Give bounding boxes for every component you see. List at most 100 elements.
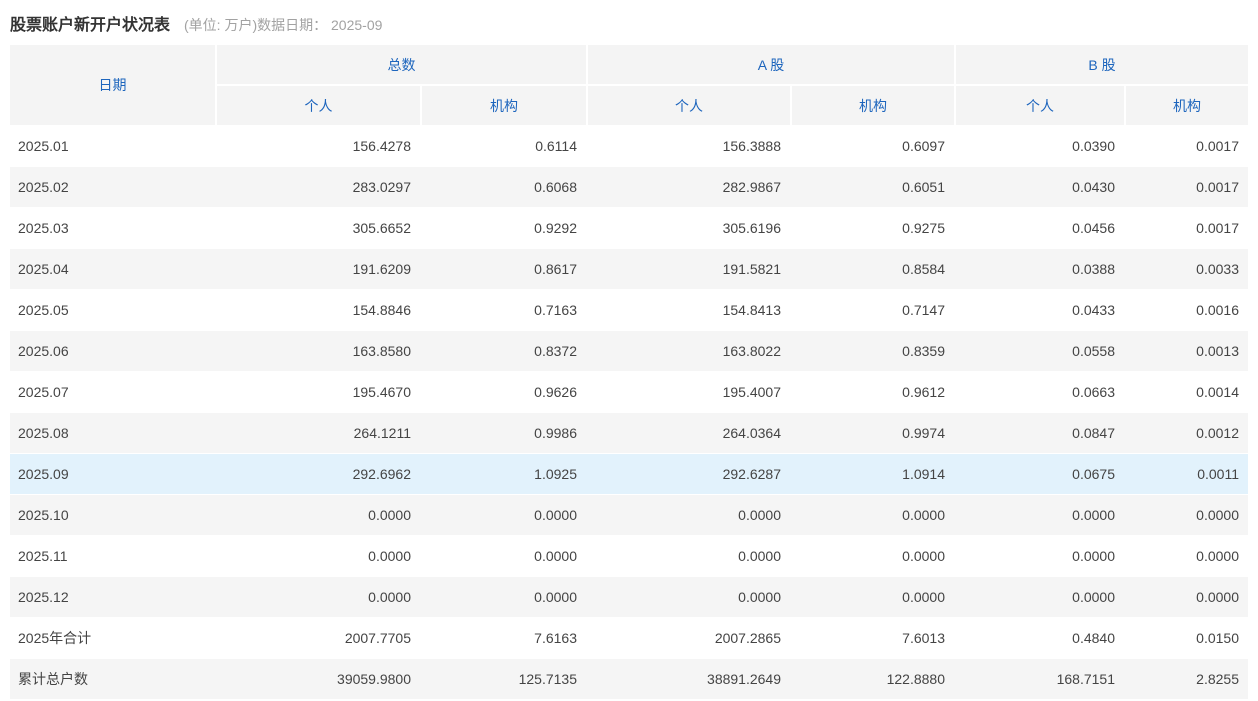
row-label: 2025.06 xyxy=(10,343,215,359)
row-value: 0.0433 xyxy=(956,302,1124,318)
row-value: 0.0847 xyxy=(956,425,1124,441)
table-row: 2025.11 0.00000.00000.00000.00000.00000.… xyxy=(10,535,1248,576)
row-value: 195.4007 xyxy=(588,384,790,400)
row-value: 0.0150 xyxy=(1126,630,1248,646)
page: 股票账户新开户状况表 (单位: 万户)数据日期： 2025-09 日期 总数 A… xyxy=(0,0,1258,699)
column-header-a-share-institution: 机构 xyxy=(792,86,954,125)
row-value: 0.7163 xyxy=(422,302,586,318)
table-row: 2025.10 0.00000.00000.00000.00000.00000.… xyxy=(10,494,1248,535)
row-value: 0.0000 xyxy=(588,507,790,523)
row-value: 0.0017 xyxy=(1126,138,1248,154)
row-value: 1.0925 xyxy=(422,466,586,482)
row-value: 38891.2649 xyxy=(588,671,790,687)
row-label: 2025.07 xyxy=(10,384,215,400)
row-value: 0.0000 xyxy=(217,507,420,523)
row-value: 0.0000 xyxy=(217,548,420,564)
row-value: 0.9612 xyxy=(792,384,954,400)
row-value: 0.4840 xyxy=(956,630,1124,646)
row-label: 2025.11 xyxy=(10,548,215,564)
column-group-b-share: B 股 xyxy=(956,45,1248,84)
column-group-total: 总数 xyxy=(217,45,586,84)
row-value: 305.6652 xyxy=(217,220,420,236)
row-value: 283.0297 xyxy=(217,179,420,195)
page-header: 股票账户新开户状况表 (单位: 万户)数据日期： 2025-09 xyxy=(0,0,1258,45)
row-label: 累计总户数 xyxy=(10,669,215,689)
row-value: 0.8359 xyxy=(792,343,954,359)
row-value: 0.0014 xyxy=(1126,384,1248,400)
row-value: 0.9986 xyxy=(422,425,586,441)
row-value: 39059.9800 xyxy=(217,671,420,687)
table-row: 2025年合计 2007.77057.61632007.28657.60130.… xyxy=(10,617,1248,658)
row-value: 0.8584 xyxy=(792,261,954,277)
row-value: 0.0000 xyxy=(588,589,790,605)
row-label: 2025.03 xyxy=(10,220,215,236)
row-value: 292.6287 xyxy=(588,466,790,482)
row-value: 0.0456 xyxy=(956,220,1124,236)
row-value: 0.0000 xyxy=(1126,507,1248,523)
row-value: 7.6013 xyxy=(792,630,954,646)
table-row: 2025.07 195.46700.9626195.40070.96120.06… xyxy=(10,371,1248,412)
row-value: 154.8846 xyxy=(217,302,420,318)
row-value: 156.3888 xyxy=(588,138,790,154)
row-label: 2025.01 xyxy=(10,138,215,154)
row-value: 0.9292 xyxy=(422,220,586,236)
table-row: 2025.04 191.62090.8617191.58210.85840.03… xyxy=(10,248,1248,289)
row-value: 125.7135 xyxy=(422,671,586,687)
row-value: 1.0914 xyxy=(792,466,954,482)
row-value: 0.0017 xyxy=(1126,179,1248,195)
row-value: 292.6962 xyxy=(217,466,420,482)
row-label: 2025年合计 xyxy=(10,628,215,648)
row-value: 0.0000 xyxy=(792,507,954,523)
row-label: 2025.04 xyxy=(10,261,215,277)
row-value: 168.7151 xyxy=(956,671,1124,687)
row-label: 2025.12 xyxy=(10,589,215,605)
row-value: 0.0000 xyxy=(1126,589,1248,605)
row-value: 2.8255 xyxy=(1126,671,1248,687)
row-value: 0.8617 xyxy=(422,261,586,277)
table-row: 2025.01 156.42780.6114156.38880.60970.03… xyxy=(10,125,1248,166)
row-value: 7.6163 xyxy=(422,630,586,646)
row-value: 282.9867 xyxy=(588,179,790,195)
row-value: 0.0000 xyxy=(422,589,586,605)
row-value: 0.0000 xyxy=(422,507,586,523)
row-value: 0.6097 xyxy=(792,138,954,154)
row-value: 0.0017 xyxy=(1126,220,1248,236)
row-value: 264.0364 xyxy=(588,425,790,441)
row-value: 0.7147 xyxy=(792,302,954,318)
table-row: 2025.05 154.88460.7163154.84130.71470.04… xyxy=(10,289,1248,330)
row-value: 0.0558 xyxy=(956,343,1124,359)
row-value: 0.0000 xyxy=(792,589,954,605)
row-value: 0.0430 xyxy=(956,179,1124,195)
accounts-table: 日期 总数 A 股 B 股 个人 机构 个人 机构 个人 机构 2025.01 … xyxy=(10,45,1248,699)
column-header-total-institution: 机构 xyxy=(422,86,586,125)
row-value: 195.4670 xyxy=(217,384,420,400)
row-value: 122.8880 xyxy=(792,671,954,687)
row-label: 2025.09 xyxy=(10,466,215,482)
column-header-b-share-institution: 机构 xyxy=(1126,86,1248,125)
row-value: 0.0011 xyxy=(1126,466,1248,482)
row-value: 0.0033 xyxy=(1126,261,1248,277)
table-row: 2025.06 163.85800.8372163.80220.83590.05… xyxy=(10,330,1248,371)
page-title: 股票账户新开户状况表 xyxy=(10,11,170,35)
row-value: 0.0016 xyxy=(1126,302,1248,318)
row-value: 2007.2865 xyxy=(588,630,790,646)
row-value: 163.8580 xyxy=(217,343,420,359)
row-value: 0.0000 xyxy=(588,548,790,564)
row-value: 0.0000 xyxy=(956,548,1124,564)
row-value: 156.4278 xyxy=(217,138,420,154)
row-value: 0.0390 xyxy=(956,138,1124,154)
row-value: 154.8413 xyxy=(588,302,790,318)
row-value: 0.9974 xyxy=(792,425,954,441)
row-value: 0.0388 xyxy=(956,261,1124,277)
column-group-a-share: A 股 xyxy=(588,45,954,84)
table-row: 2025.02 283.02970.6068282.98670.60510.04… xyxy=(10,166,1248,207)
column-header-total-individual: 个人 xyxy=(217,86,420,125)
table-row: 2025.09 292.69621.0925292.62871.09140.06… xyxy=(10,453,1248,494)
row-label: 2025.05 xyxy=(10,302,215,318)
row-value: 0.8372 xyxy=(422,343,586,359)
column-header-b-share-individual: 个人 xyxy=(956,86,1124,125)
row-value: 0.0675 xyxy=(956,466,1124,482)
row-value: 0.0000 xyxy=(956,589,1124,605)
row-value: 0.0000 xyxy=(792,548,954,564)
table-row: 2025.08 264.12110.9986264.03640.99740.08… xyxy=(10,412,1248,453)
